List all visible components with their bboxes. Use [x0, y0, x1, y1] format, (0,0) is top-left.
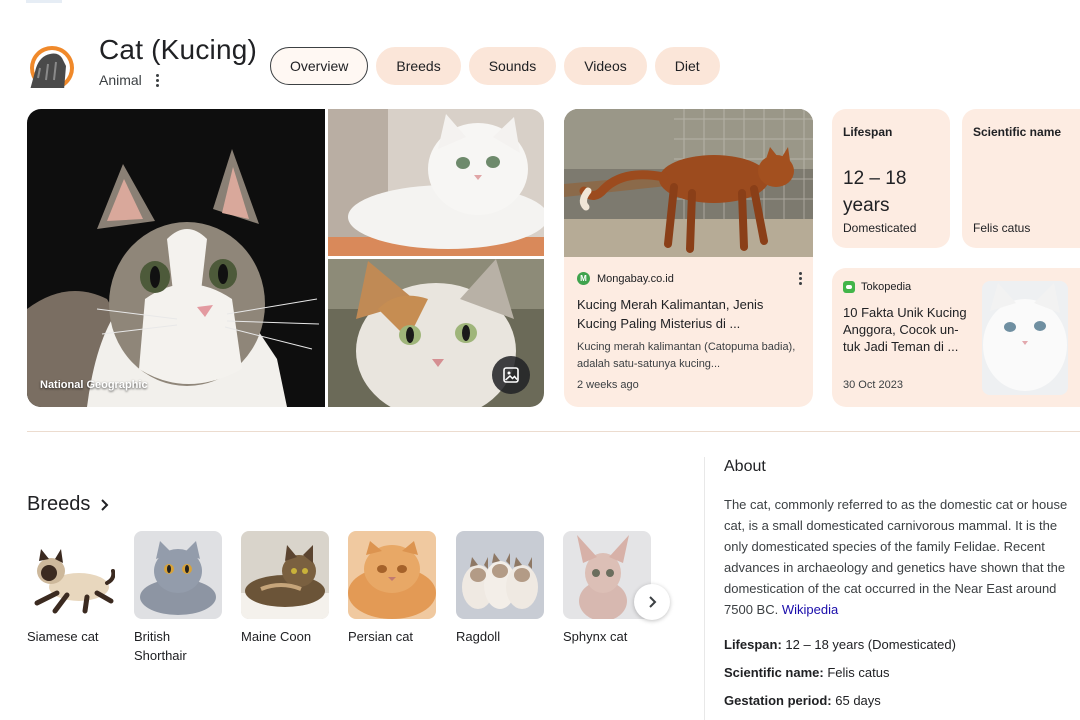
about-text: The cat, commonly referred to as the dom…	[724, 497, 1068, 617]
column-divider	[704, 457, 705, 720]
news-headline[interactable]: Kucing Merah Kalimantan, Jenis Kucing Pa…	[577, 295, 802, 333]
news-card-tokopedia[interactable]: Tokopedia 10 Fakta Unik Kucing Anggora, …	[832, 268, 1080, 407]
news-source-row: M Mongabay.co.id	[577, 272, 802, 285]
breed-name: British Shorthair	[134, 629, 187, 663]
maine-coon-image	[241, 531, 329, 619]
breed-name: Ragdoll	[456, 629, 501, 644]
mongabay-logo-icon: M	[577, 272, 590, 285]
tab-sounds[interactable]: Sounds	[468, 47, 557, 85]
fact-value: 12 – 18 years	[843, 168, 907, 216]
about-fact-lifespan: Lifespan: 12 – 18 years (Domesticated)	[724, 637, 956, 652]
fact-title: Scientific name	[973, 125, 1062, 139]
page-title: Cat (Kucing)	[99, 34, 258, 65]
breed-item-sphynx[interactable]: Sphynx cat	[563, 531, 651, 646]
news-date: 30 Oct 2023	[843, 379, 903, 391]
about-heading: About	[724, 458, 766, 475]
breed-item-maine-coon[interactable]: Maine Coon	[241, 531, 329, 646]
main-cat-photo[interactable]: National Geographic	[27, 109, 325, 407]
chevron-right-icon	[649, 596, 657, 608]
news-source-row: Tokopedia	[843, 281, 911, 293]
breed-name: Sphynx cat	[563, 629, 628, 644]
top-strip-segment	[26, 0, 62, 3]
news-source[interactable]: Mongabay.co.id	[597, 273, 674, 285]
cat-paw-logo-icon	[26, 44, 76, 90]
breeds-heading-label: Breeds	[27, 493, 91, 515]
tokopedia-logo-icon	[843, 281, 855, 293]
fact-note: Domesticated	[843, 221, 917, 235]
knowledge-header: Cat (Kucing) Animal Overview Breeds Soun…	[0, 30, 1080, 100]
chevron-right-icon	[101, 498, 109, 511]
breeds-next-button[interactable]	[634, 584, 670, 620]
tab-bar: Overview Breeds Sounds Videos Diet	[270, 47, 720, 85]
scientific-name-fact-card[interactable]: Scientific name Felis catus	[962, 109, 1080, 248]
breeds-heading[interactable]: Breeds	[27, 493, 110, 516]
top-strip	[0, 0, 1080, 3]
photo-credit: National Geographic	[40, 379, 148, 391]
breed-item-british-shorthair[interactable]: British Shorthair	[134, 531, 222, 665]
entity-type: Animal	[99, 72, 159, 88]
image-gallery[interactable]: National Geographic	[27, 109, 544, 407]
tab-breeds[interactable]: Breeds	[376, 47, 461, 85]
siamese-cat-image	[27, 531, 115, 619]
persian-cat-image	[348, 531, 436, 619]
tab-videos[interactable]: Videos	[564, 47, 647, 85]
fact-value: 65 days	[835, 693, 881, 708]
about-fact-scientific-name: Scientific name: Felis catus	[724, 665, 889, 680]
fact-value: Felis catus	[973, 221, 1031, 235]
fact-label: Lifespan:	[724, 637, 782, 652]
entity-type-label: Animal	[99, 72, 142, 88]
tab-diet[interactable]: Diet	[654, 47, 720, 85]
white-cat-photo[interactable]	[328, 109, 544, 256]
section-divider	[27, 431, 1080, 432]
breed-item-persian[interactable]: Persian cat	[348, 531, 436, 646]
about-description: The cat, commonly referred to as the dom…	[724, 494, 1080, 620]
news-card-mongabay[interactable]: M Mongabay.co.id Kucing Merah Kalimantan…	[564, 109, 813, 407]
fact-title: Lifespan	[843, 125, 893, 139]
fact-value: 12 – 18 years (Domesticated)	[785, 637, 956, 652]
wikipedia-link[interactable]: Wikipedia	[782, 602, 838, 617]
british-shorthair-image	[134, 531, 222, 619]
breed-item-ragdoll[interactable]: Ragdoll	[456, 531, 544, 646]
lifespan-fact-card[interactable]: Lifespan 12 – 18 years Domesticated	[832, 109, 950, 248]
image-icon	[503, 367, 519, 383]
about-fact-gestation: Gestation period: 65 days	[724, 693, 881, 708]
breed-name: Siamese cat	[27, 629, 99, 644]
tab-overview[interactable]: Overview	[270, 47, 369, 85]
fact-label: Scientific name:	[724, 665, 824, 680]
news-more-options-icon[interactable]	[799, 272, 802, 285]
fact-value: Felis catus	[827, 665, 890, 680]
fact-label: Gestation period:	[724, 693, 832, 708]
bay-cat-photo	[564, 109, 813, 257]
news-date: 2 weeks ago	[577, 379, 639, 391]
calico-cat-photo[interactable]	[328, 259, 544, 407]
open-gallery-button[interactable]	[492, 356, 530, 394]
news-snippet: Kucing merah kalimantan (Catopuma badia)…	[577, 341, 796, 370]
angora-cat-photo	[982, 281, 1068, 395]
more-options-icon[interactable]	[155, 73, 159, 87]
breed-name: Maine Coon	[241, 629, 312, 644]
news-source[interactable]: Tokopedia	[861, 281, 911, 293]
news-headline[interactable]: 10 Fakta Unik Kucing Anggora, Cocok un-t…	[843, 304, 975, 355]
breed-name: Persian cat	[348, 629, 414, 644]
ragdoll-kittens-image	[456, 531, 544, 619]
breed-item-siamese[interactable]: Siamese cat	[27, 531, 115, 646]
